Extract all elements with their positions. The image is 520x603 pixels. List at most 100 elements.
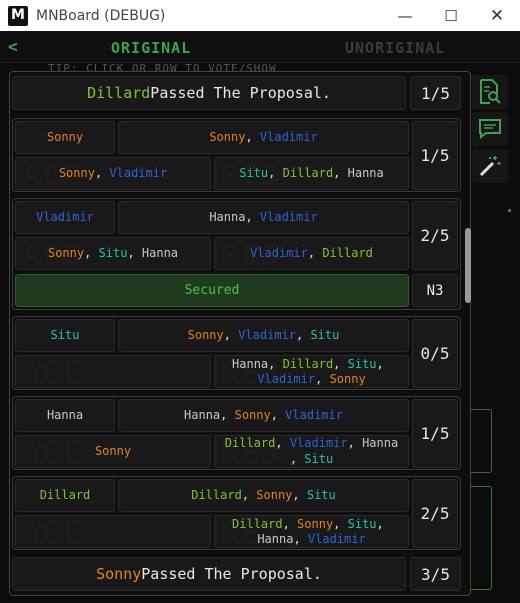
voter-name: Vladimir <box>257 372 316 386</box>
team-member: Hanna <box>209 210 246 224</box>
proposal-count: 1/5 <box>410 76 461 110</box>
acc-watermark: ACC <box>22 356 83 391</box>
voter-name: Hanna <box>141 246 179 260</box>
vote-count: 2/5 <box>412 201 458 270</box>
proposal-result-text: Passed The Proposal. <box>141 565 322 583</box>
voter-name: Vladimir <box>250 246 308 260</box>
team-cell: Dillard, Sonny, Situ <box>118 479 409 512</box>
sidebar <box>472 75 512 186</box>
voter-name: Hanna <box>232 357 269 371</box>
team-member: Vladimir <box>285 408 343 422</box>
team-member: Sonny <box>234 408 271 422</box>
voter-name: Sonny <box>297 517 334 531</box>
voter-name: Vladimir <box>307 532 366 546</box>
leader-name: Hanna <box>46 408 84 422</box>
team-member: Sonny <box>256 488 293 502</box>
reject-cell: REJ Dillard, Vladimir, Hanna, Situ <box>214 435 409 471</box>
acc-watermark: ACC <box>22 516 83 551</box>
vote-round-card[interactable]: Sonny Sonny, Vladimir ACC Sonny, Vladimi… <box>12 118 461 193</box>
voter-name: Hanna <box>257 532 294 546</box>
secured-code: N3 <box>412 274 458 307</box>
leader-cell: Vladimir <box>15 201 115 234</box>
vote-round-card[interactable]: Hanna Hanna, Sonny, Vladimir ACC Sonny R… <box>12 396 461 471</box>
vote-round-card[interactable]: Dillard Dillard, Sonny, Situ ACC REJ Dil… <box>12 476 461 551</box>
team-member: Sonny <box>209 130 246 144</box>
minimize-button[interactable]: — <box>382 0 428 31</box>
proposal-result-row: Sonny Passed The Proposal. <box>12 557 406 591</box>
team-member: Dillard <box>191 488 242 502</box>
app-logo-icon <box>8 5 28 26</box>
voter-name: Situ <box>347 517 377 531</box>
tab-bar: < ORIGINAL UNORIGINAL <box>0 31 520 63</box>
team-member: Hanna <box>184 408 221 422</box>
magic-wand-icon <box>479 156 501 177</box>
sidebar-button-search[interactable] <box>472 75 508 109</box>
team-member: Vladimir <box>259 130 318 144</box>
proposal-result-row: Dillard Passed The Proposal. <box>12 76 406 110</box>
tab-original[interactable]: ORIGINAL <box>111 39 191 57</box>
voter-name: Dillard <box>282 357 334 371</box>
team-member: Vladimir <box>238 328 296 342</box>
voter-name: Hanna <box>362 436 399 451</box>
voter-name: Sonny <box>58 166 95 180</box>
voter-name: Situ <box>239 166 269 180</box>
player-name: Sonny <box>96 565 142 583</box>
sidebar-button-chat[interactable] <box>472 112 508 146</box>
sidebar-indicator <box>508 209 511 212</box>
team-member: Vladimir <box>259 210 318 224</box>
voter-name: Dillard <box>282 166 334 180</box>
leader-name: Vladimir <box>36 210 94 224</box>
window-title: MNBoard (DEBUG) <box>36 7 166 24</box>
voter-name: Hanna <box>347 166 384 180</box>
vote-round-card[interactable]: Situ Sonny, Vladimir, Situ ACC REJ Hanna… <box>12 316 461 391</box>
back-button[interactable]: < <box>8 37 18 56</box>
accept-cell: ACC Sonny, Vladimir <box>15 157 211 193</box>
leader-cell: Dillard <box>15 479 115 512</box>
sidebar-button-wand[interactable] <box>472 149 508 183</box>
leader-cell: Hanna <box>15 399 115 432</box>
window-controls: — ☐ ✕ <box>382 0 520 31</box>
accept-cell: ACC <box>15 515 211 551</box>
player-name: Dillard <box>87 84 151 102</box>
leader-name: Situ <box>50 328 80 342</box>
voter-name: Situ <box>98 246 128 260</box>
leader-cell: Sonny <box>15 121 115 154</box>
voter-name: Sonny <box>329 372 366 386</box>
team-cell: Hanna, Sonny, Vladimir <box>118 399 409 432</box>
scrollbar-track[interactable] <box>464 80 471 585</box>
voter-name: Vladimir <box>109 166 168 180</box>
secured-bar: Secured <box>15 274 409 307</box>
accept-cell: ACC Sonny, Situ, Hanna <box>15 237 211 273</box>
vote-count: 1/5 <box>412 121 458 190</box>
team-cell: Sonny, Vladimir, Situ <box>118 319 409 352</box>
team-member: Situ <box>306 488 336 502</box>
voter-name: Situ <box>347 357 377 371</box>
leader-cell: Situ <box>15 319 115 352</box>
reject-cell: REJ Dillard, Sonny, Situ, Hanna, Vladimi… <box>214 515 409 548</box>
voter-name: Dillard <box>224 436 276 451</box>
vote-round-card[interactable]: Vladimir Hanna, Vladimir ACC Sonny, Situ… <box>12 198 461 310</box>
reject-cell: REJ Situ, Dillard, Hanna <box>214 157 409 193</box>
close-button[interactable]: ✕ <box>474 0 520 31</box>
reject-cell: REJ Hanna, Dillard, Situ, Vladimir, Sonn… <box>214 355 409 388</box>
proposal-result-text: Passed The Proposal. <box>150 84 331 102</box>
scrollbar-thumb[interactable] <box>465 228 471 303</box>
proposal-count: 3/5 <box>410 557 461 591</box>
maximize-button[interactable]: ☐ <box>428 0 474 31</box>
reject-cell: REJ Vladimir, Dillard <box>214 237 409 273</box>
voter-name: Vladimir <box>289 436 348 451</box>
team-cell: Hanna, Vladimir <box>118 201 409 234</box>
vote-count: 2/5 <box>412 479 458 548</box>
voter-name: Sonny <box>47 246 85 260</box>
team-cell: Sonny, Vladimir <box>118 121 409 154</box>
proposal-history-panel[interactable]: Dillard Passed The Proposal. 1/5 Sonny S… <box>9 71 471 596</box>
accept-cell: ACC Sonny <box>15 435 211 471</box>
voter-name: Situ <box>304 451 334 466</box>
file-search-icon <box>480 79 501 104</box>
tab-unoriginal[interactable]: UNORIGINAL <box>345 39 445 57</box>
vote-count: 1/5 <box>412 399 458 468</box>
voter-name: Dillard <box>232 517 283 531</box>
team-member: Sonny <box>187 328 224 342</box>
leader-name: Sonny <box>46 130 84 144</box>
voter-name: Dillard <box>322 246 373 260</box>
